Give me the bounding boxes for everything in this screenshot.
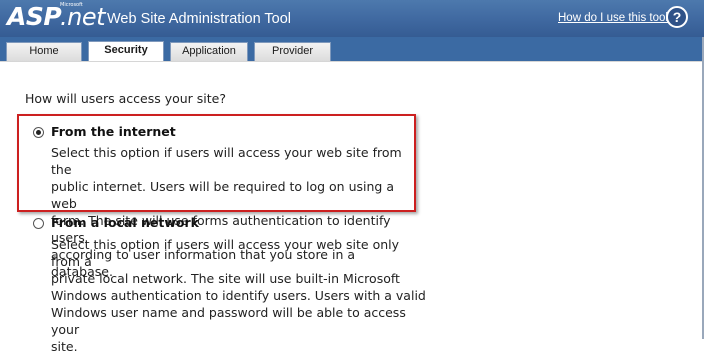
option-internet-label[interactable]: From the internet bbox=[51, 124, 176, 139]
option-local-network-label[interactable]: From a local network bbox=[51, 215, 199, 230]
tab-security[interactable]: Security bbox=[88, 41, 164, 61]
logo-asp-text: ASP bbox=[7, 2, 62, 31]
logo-net-text: .net bbox=[60, 3, 106, 31]
tab-application[interactable]: Application bbox=[170, 42, 248, 61]
tab-home[interactable]: Home bbox=[6, 42, 82, 61]
access-question: How will users access your site? bbox=[25, 91, 226, 106]
tab-provider[interactable]: Provider bbox=[254, 42, 331, 61]
radio-from-local-network[interactable] bbox=[33, 218, 44, 229]
help-link[interactable]: How do I use this tool? bbox=[558, 12, 674, 24]
option-local-network-description: Select this option if users will access … bbox=[51, 237, 426, 354]
radio-from-internet[interactable] bbox=[33, 127, 44, 138]
help-icon[interactable]: ? bbox=[666, 6, 688, 28]
tab-content-divider bbox=[0, 61, 704, 62]
header-bar: ASP Microsoft .net Web Site Administrati… bbox=[0, 0, 704, 37]
app-title: Web Site Administration Tool bbox=[107, 11, 292, 27]
aspnet-logo: ASP Microsoft .net bbox=[7, 2, 106, 35]
